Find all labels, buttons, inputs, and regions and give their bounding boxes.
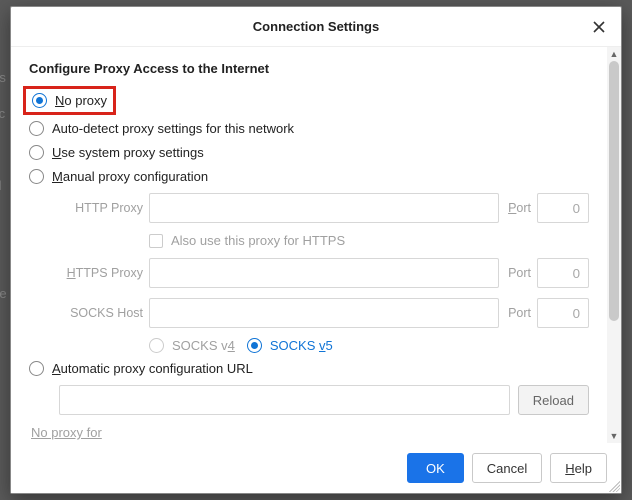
port-label: Port [505, 201, 531, 215]
background-partial-text: UsAcAlCReFity [0, 60, 7, 492]
https-proxy-label: HTTPS Proxy [59, 266, 143, 280]
dialog-body: Configure Proxy Access to the Internet N… [11, 47, 621, 443]
radio-use-system[interactable]: Use system proxy settings [29, 145, 589, 160]
scroll-down-icon: ▼ [607, 429, 621, 443]
resize-grip-icon[interactable] [606, 478, 620, 492]
radio-label: No proxy [55, 93, 107, 108]
radio-icon [149, 338, 164, 353]
radio-auto-detect[interactable]: Auto-detect proxy settings for this netw… [29, 121, 589, 136]
cancel-button[interactable]: Cancel [472, 453, 542, 483]
dialog-title: Connection Settings [253, 19, 379, 34]
radio-label: Auto-detect proxy settings for this netw… [52, 121, 294, 136]
socks-host-label: SOCKS Host [59, 306, 143, 320]
radio-label: SOCKS v4 [172, 338, 235, 353]
radio-auto-pac[interactable]: Automatic proxy configuration URL [29, 361, 589, 376]
pac-url-input[interactable] [59, 385, 510, 415]
radio-manual[interactable]: Manual proxy configuration [29, 169, 589, 184]
checkbox-label: Also use this proxy for HTTPS [171, 233, 345, 248]
no-proxy-for-label: No proxy for [31, 425, 589, 440]
radio-label: Automatic proxy configuration URL [52, 361, 253, 376]
ok-button[interactable]: OK [407, 453, 464, 483]
radio-no-proxy[interactable]: No proxy [23, 86, 116, 115]
connection-settings-dialog: Connection Settings Configure Proxy Acce… [10, 6, 622, 494]
radio-icon [29, 145, 44, 160]
manual-proxy-form: HTTP Proxy Port Also use this proxy for … [59, 193, 589, 353]
scroll-up-icon: ▲ [607, 47, 621, 61]
http-proxy-row: HTTP Proxy Port [59, 193, 589, 223]
radio-label: SOCKS v5 [270, 338, 333, 353]
https-proxy-input[interactable] [149, 258, 499, 288]
radio-icon [247, 338, 262, 353]
http-proxy-input[interactable] [149, 193, 499, 223]
close-icon [592, 20, 606, 34]
close-button[interactable] [587, 15, 611, 39]
reload-button[interactable]: Reload [518, 385, 589, 415]
radio-icon [29, 361, 44, 376]
dialog-titlebar: Connection Settings [11, 7, 621, 47]
https-port-input[interactable] [537, 258, 589, 288]
section-heading: Configure Proxy Access to the Internet [29, 61, 589, 76]
dialog-content: Configure Proxy Access to the Internet N… [11, 47, 607, 443]
socks-version-options: SOCKS v4 SOCKS v5 [149, 338, 589, 353]
dialog-footer: OK Cancel Help [11, 443, 621, 493]
http-port-input[interactable] [537, 193, 589, 223]
socks-host-input[interactable] [149, 298, 499, 328]
checkbox-icon [149, 234, 163, 248]
radio-icon [29, 121, 44, 136]
radio-socks-v4[interactable]: SOCKS v4 [149, 338, 235, 353]
radio-label: Manual proxy configuration [52, 169, 208, 184]
http-proxy-label: HTTP Proxy [59, 201, 143, 215]
radio-label: Use system proxy settings [52, 145, 204, 160]
radio-socks-v5[interactable]: SOCKS v5 [247, 338, 333, 353]
also-use-https-row[interactable]: Also use this proxy for HTTPS [149, 233, 589, 248]
help-button[interactable]: Help [550, 453, 607, 483]
socks-host-row: SOCKS Host Port [59, 298, 589, 328]
pac-url-row: Reload [59, 385, 589, 415]
radio-icon [32, 93, 47, 108]
scroll-thumb[interactable] [609, 61, 619, 321]
radio-icon [29, 169, 44, 184]
port-label: Port [505, 266, 531, 280]
vertical-scrollbar[interactable]: ▲ ▼ [607, 47, 621, 443]
https-proxy-row: HTTPS Proxy Port [59, 258, 589, 288]
port-label: Port [505, 306, 531, 320]
socks-port-input[interactable] [537, 298, 589, 328]
